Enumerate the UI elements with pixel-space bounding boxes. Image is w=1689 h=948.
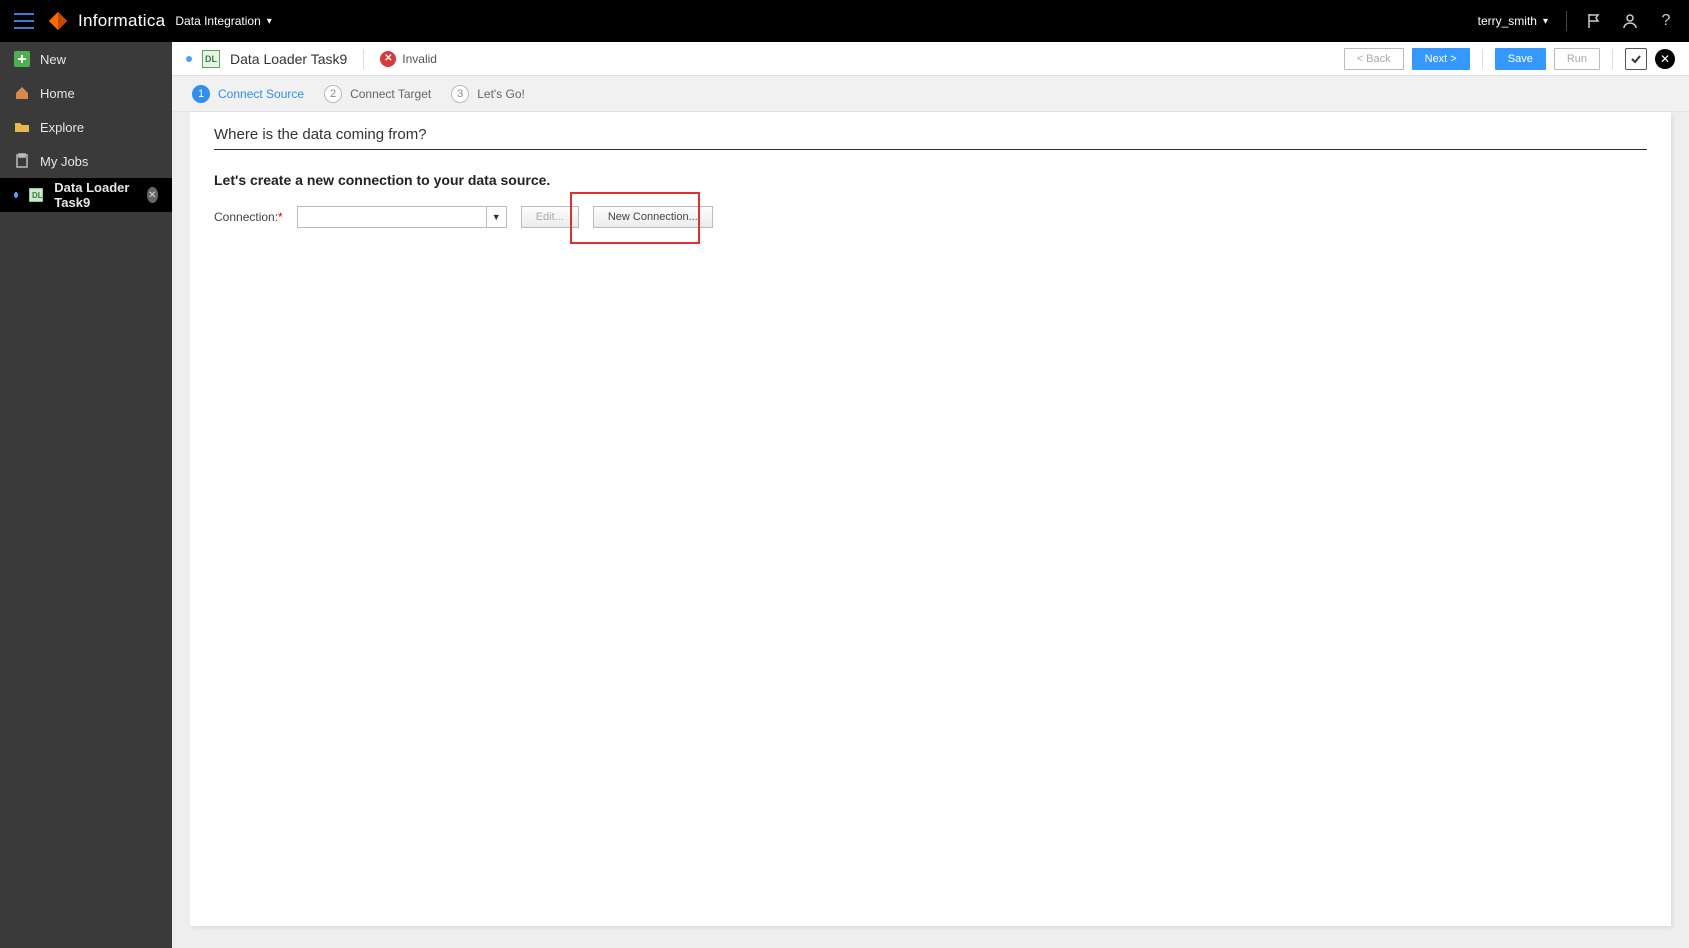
close-tab-icon[interactable]: ✕ [147,187,158,203]
flag-icon[interactable] [1585,12,1603,30]
section-subtitle: Let's create a new connection to your da… [214,172,1647,188]
menu-icon[interactable] [14,13,34,29]
status-badge: ✕ Invalid [380,51,437,67]
sidebar-item-label: My Jobs [40,154,88,169]
sidebar-item-task[interactable]: DL Data Loader Task9 ✕ [0,178,172,212]
status-text: Invalid [402,52,437,66]
home-icon [14,85,30,101]
step-connect-target[interactable]: 2 Connect Target [324,85,431,103]
product-name: Data Integration [175,14,260,28]
task-toolbar: DL Data Loader Task9 ✕ Invalid < Back Ne… [172,42,1689,76]
back-button[interactable]: < Back [1344,48,1404,70]
task-title: Data Loader Task9 [230,51,347,67]
clipboard-icon [14,153,30,169]
next-button[interactable]: Next > [1412,48,1470,70]
content-panel: Where is the data coming from? Let's cre… [190,112,1671,926]
step-number-icon: 2 [324,85,342,103]
sidebar-item-label: Home [40,86,75,101]
step-label: Connect Source [218,87,304,101]
svg-text:DL: DL [32,191,43,200]
step-number-icon: 1 [192,85,210,103]
step-label: Let's Go! [477,87,525,101]
user-icon[interactable] [1621,12,1639,30]
run-button[interactable]: Run [1554,48,1600,70]
top-header: Informatica Data Integration ▾ terry_smi… [0,0,1689,42]
close-task-button[interactable]: ✕ [1655,49,1675,69]
sidebar-item-label: Explore [40,120,84,135]
product-switcher[interactable]: Data Integration ▾ [175,14,271,28]
connection-combobox[interactable]: ▼ [297,206,507,228]
connection-row: Connection:* ▼ Edit... New Connection... [214,206,713,228]
brand-logo-icon [46,9,70,33]
wizard-stepper: 1 Connect Source 2 Connect Target 3 Let'… [172,76,1689,112]
step-connect-source[interactable]: 1 Connect Source [192,85,304,103]
connection-label: Connection:* [214,210,283,224]
folder-icon [14,119,30,135]
sidebar-item-myjobs[interactable]: My Jobs [0,144,172,178]
error-icon: ✕ [380,51,396,67]
step-number-icon: 3 [451,85,469,103]
separator [1566,11,1567,31]
sidebar-item-home[interactable]: Home [0,76,172,110]
main-area: DL Data Loader Task9 ✕ Invalid < Back Ne… [172,42,1689,948]
edit-connection-button[interactable]: Edit... [521,206,579,228]
unsaved-dot-icon [186,56,192,62]
sidebar-item-explore[interactable]: Explore [0,110,172,144]
step-label: Connect Target [350,87,431,101]
sidebar-item-label: New [40,52,66,67]
chevron-down-icon: ▾ [267,16,272,27]
sidebar: New Home Explore My Jobs DL Data Loade [0,42,172,948]
user-menu[interactable]: terry_smith ▾ [1478,14,1548,28]
user-name: terry_smith [1478,14,1537,28]
unsaved-dot-icon [14,192,18,198]
connection-input[interactable] [298,207,486,227]
section-title: Where is the data coming from? [214,126,1647,150]
sidebar-item-label: Data Loader Task9 [54,180,136,210]
task-type-icon: DL [202,50,220,68]
chevron-down-icon: ▾ [1543,16,1548,27]
separator [1612,49,1613,69]
separator [1482,49,1483,69]
validate-button[interactable] [1625,48,1647,70]
sidebar-item-new[interactable]: New [0,42,172,76]
step-lets-go[interactable]: 3 Let's Go! [451,85,525,103]
brand-name: Informatica [78,11,165,31]
save-button[interactable]: Save [1495,48,1546,70]
plus-icon [14,51,30,67]
help-icon[interactable]: ? [1657,12,1675,30]
task-icon: DL [28,187,44,203]
separator [363,49,364,69]
new-connection-button[interactable]: New Connection... [593,206,713,228]
chevron-down-icon[interactable]: ▼ [486,207,506,227]
